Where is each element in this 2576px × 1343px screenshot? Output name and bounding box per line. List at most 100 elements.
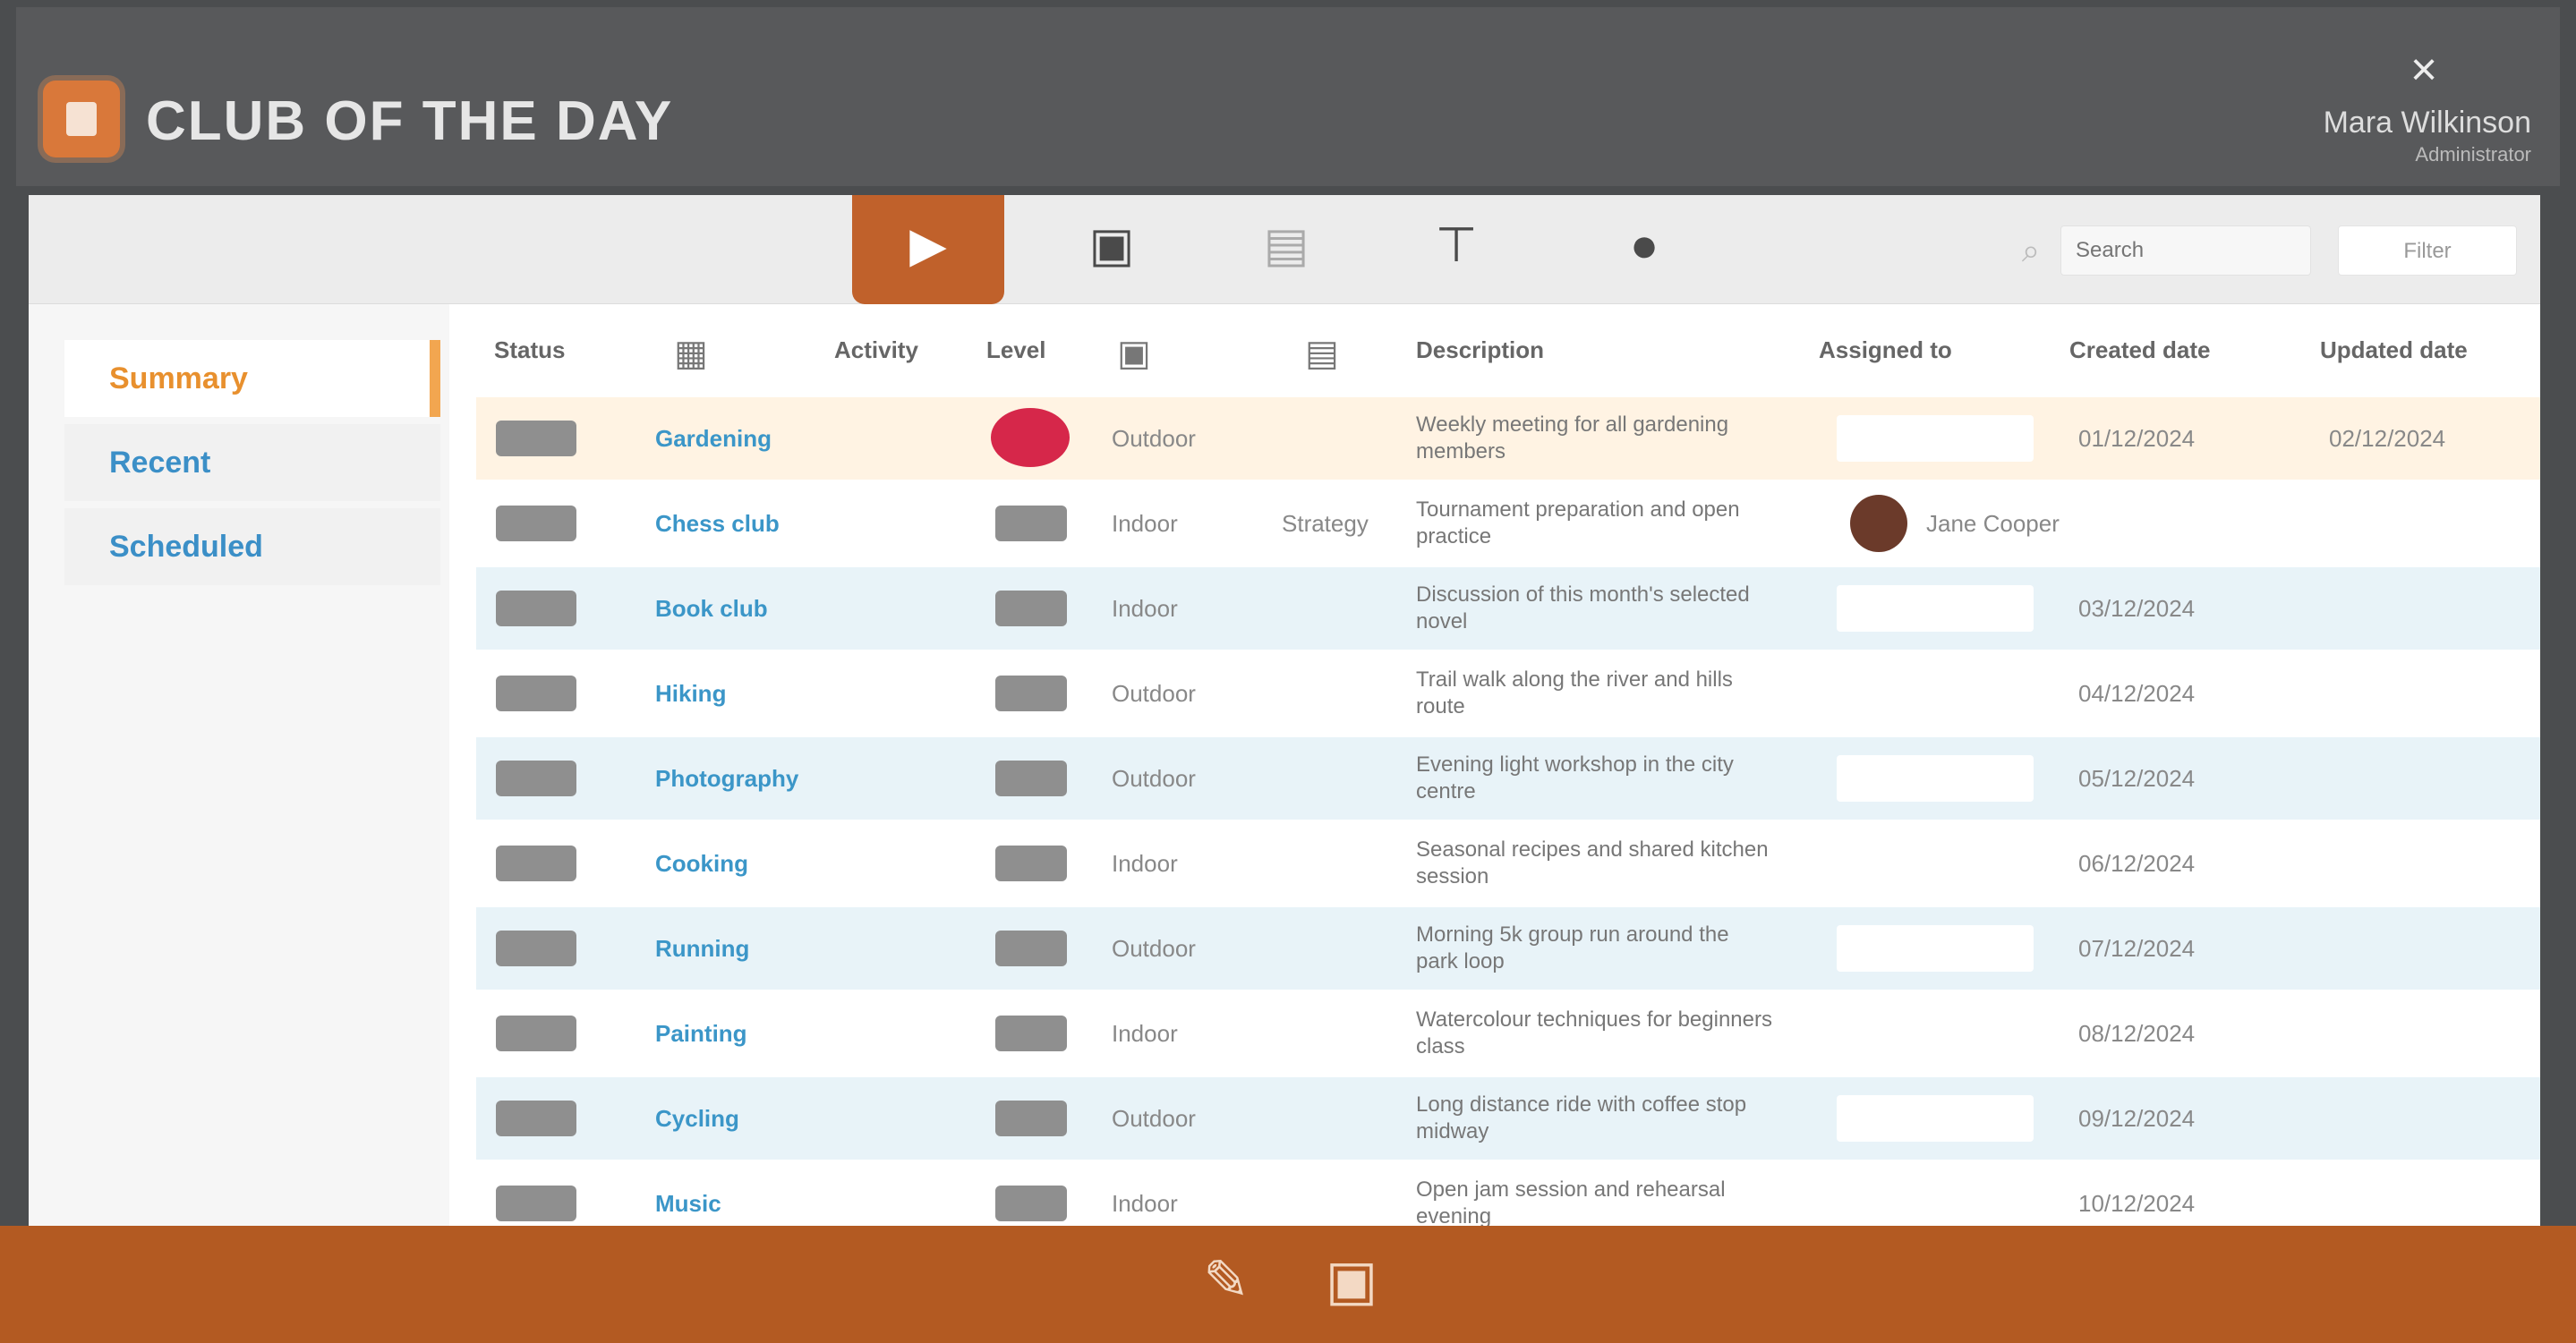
description-text: Tournament preparation and open practice xyxy=(1416,497,1740,548)
table-row[interactable]: Running Outdoor Morning 5k group run aroun… xyxy=(476,907,2540,990)
assignee-name[interactable]: Jane Cooper xyxy=(1926,482,2096,565)
sidebar-item-recent[interactable]: Recent xyxy=(64,424,440,501)
club-name[interactable]: Cooking xyxy=(655,822,816,905)
level-badge xyxy=(995,1101,1067,1136)
activity-type: Outdoor xyxy=(1112,425,1196,452)
club-name[interactable]: Chess club xyxy=(655,482,816,565)
user-name[interactable]: Mara Wilkinson xyxy=(2272,106,2531,140)
assignee-empty[interactable] xyxy=(1837,1095,2034,1142)
tool-document-button[interactable]: ▤ xyxy=(1210,195,1362,304)
club-name[interactable]: Painting xyxy=(655,992,816,1075)
assignee-empty[interactable] xyxy=(1837,925,2034,972)
column-header-type-icon[interactable]: ▤ xyxy=(1300,331,1344,376)
description-text: Long distance ride with coffee stop midw… xyxy=(1416,1092,1747,1143)
club-name[interactable]: Music xyxy=(655,1162,816,1226)
sidebar-item-summary[interactable]: Summary xyxy=(64,340,440,417)
table-row[interactable]: Chess club Indoor Strategy Tournament prepa… xyxy=(476,482,2540,565)
activity-type: Outdoor xyxy=(1112,680,1196,707)
activity-type: Outdoor xyxy=(1112,1105,1196,1132)
activity-type: Indoor xyxy=(1112,850,1178,877)
activity-category xyxy=(1282,567,1407,650)
column-header-created[interactable]: Created date xyxy=(2069,336,2211,381)
level-badge xyxy=(995,506,1067,541)
level-badge xyxy=(995,591,1067,626)
club-name[interactable]: Running xyxy=(655,907,816,990)
level-badge xyxy=(995,1186,1067,1221)
title-bar: CLUB OF THE DAY × Mara Wilkinson Adminis… xyxy=(16,7,2560,186)
image-icon: ▣ xyxy=(1088,218,1135,272)
column-header-activity[interactable]: Activity xyxy=(834,336,918,381)
edit-icon[interactable]: ✎ xyxy=(1190,1245,1262,1317)
description-text: Open jam session and rehearsal evening xyxy=(1416,1177,1726,1226)
table-row[interactable]: Hiking Outdoor Trail walk along the river … xyxy=(476,652,2540,735)
assignee-empty[interactable] xyxy=(1837,415,2034,462)
assignee-empty[interactable] xyxy=(1837,755,2034,802)
club-name[interactable]: Cycling xyxy=(655,1077,816,1160)
assignee-empty[interactable] xyxy=(1837,585,2034,632)
data-table: Status ▦ Activity Level ▣ ▤ Description … xyxy=(476,304,2540,1226)
search-input[interactable] xyxy=(2060,225,2311,276)
activity-category xyxy=(1282,992,1407,1075)
tool-pin-button[interactable]: ⊤ xyxy=(1380,195,1532,304)
table-row[interactable]: Painting Indoor Watercolour techniques for… xyxy=(476,992,2540,1075)
column-header-club-icon[interactable]: ▦ xyxy=(669,331,713,376)
tool-play-button[interactable]: ▶ xyxy=(852,195,1004,304)
assignee-empty[interactable] xyxy=(1837,670,2034,717)
save-icon[interactable]: ▣ xyxy=(1316,1245,1387,1317)
activity-category xyxy=(1282,397,1407,480)
created-date: 09/12/2024 xyxy=(2078,1105,2196,1132)
updated-date xyxy=(2329,1162,2508,1226)
status-badge xyxy=(496,1016,576,1051)
activity-category xyxy=(1282,1077,1407,1160)
created-date: 03/12/2024 xyxy=(2078,595,2196,622)
assignee-empty[interactable] xyxy=(1837,840,2034,887)
assignee-empty[interactable] xyxy=(1837,1010,2034,1057)
main-panel: ▶ ▣ ▤ ⊤ ● ⌕ Filter Summary Recent Schedu… xyxy=(29,195,2540,1226)
column-header-name-icon[interactable]: ▣ xyxy=(1112,331,1156,376)
column-header-assigned[interactable]: Assigned to xyxy=(1819,336,1952,381)
level-badge xyxy=(995,846,1067,881)
table-row[interactable]: Photography Outdoor Evening light workshop… xyxy=(476,737,2540,820)
status-badge xyxy=(496,761,576,796)
tool-image-button[interactable]: ▣ xyxy=(1036,195,1188,304)
activity-category xyxy=(1282,1162,1407,1226)
close-icon[interactable]: × xyxy=(2401,47,2446,93)
updated-date xyxy=(2329,992,2508,1075)
club-name[interactable]: Photography xyxy=(655,737,816,820)
status-badge xyxy=(496,846,576,881)
table-row[interactable]: Cooking Indoor Seasonal recipes and shared… xyxy=(476,822,2540,905)
created-date: 05/12/2024 xyxy=(2078,765,2196,792)
club-name[interactable]: Gardening xyxy=(655,397,816,480)
column-header-status[interactable]: Status xyxy=(494,336,565,381)
updated-date xyxy=(2329,652,2508,735)
table-row[interactable]: Book club Indoor Discussion of this month'… xyxy=(476,567,2540,650)
activity-category: Strategy xyxy=(1282,510,1369,537)
pin-icon: ⊤ xyxy=(1435,218,1478,272)
table-row[interactable]: Music Indoor Open jam session and rehearsa… xyxy=(476,1162,2540,1226)
column-header-level[interactable]: Level xyxy=(986,336,1046,381)
column-header-description[interactable]: Description xyxy=(1416,336,1544,381)
table-row[interactable]: Cycling Outdoor Long distance ride with co… xyxy=(476,1077,2540,1160)
level-badge xyxy=(995,1016,1067,1051)
updated-date xyxy=(2329,1077,2508,1160)
table-row[interactable]: Gardening Outdoor Weekly meeting for all g… xyxy=(476,397,2540,480)
toolbar: ▶ ▣ ▤ ⊤ ● ⌕ Filter xyxy=(29,195,2540,304)
activity-category xyxy=(1282,652,1407,735)
filter-button[interactable]: Filter xyxy=(2338,225,2517,276)
column-header-updated[interactable]: Updated date xyxy=(2320,336,2468,381)
updated-date xyxy=(2329,907,2508,990)
updated-date xyxy=(2329,737,2508,820)
app-title: CLUB OF THE DAY xyxy=(146,90,674,152)
club-name[interactable]: Hiking xyxy=(655,652,816,735)
description-text: Weekly meeting for all gardening members xyxy=(1416,412,1729,463)
activity-category xyxy=(1282,822,1407,905)
club-name[interactable]: Book club xyxy=(655,567,816,650)
level-badge xyxy=(995,761,1067,796)
tool-user-button[interactable]: ● xyxy=(1568,195,1720,304)
sidebar-item-scheduled[interactable]: Scheduled xyxy=(64,508,440,585)
status-badge xyxy=(496,421,576,456)
search-icon[interactable]: ⌕ xyxy=(2011,231,2051,270)
description-text: Seasonal recipes and shared kitchen sess… xyxy=(1416,837,1769,888)
assignee-empty[interactable] xyxy=(1837,1180,2034,1226)
activity-type: Indoor xyxy=(1112,595,1178,622)
